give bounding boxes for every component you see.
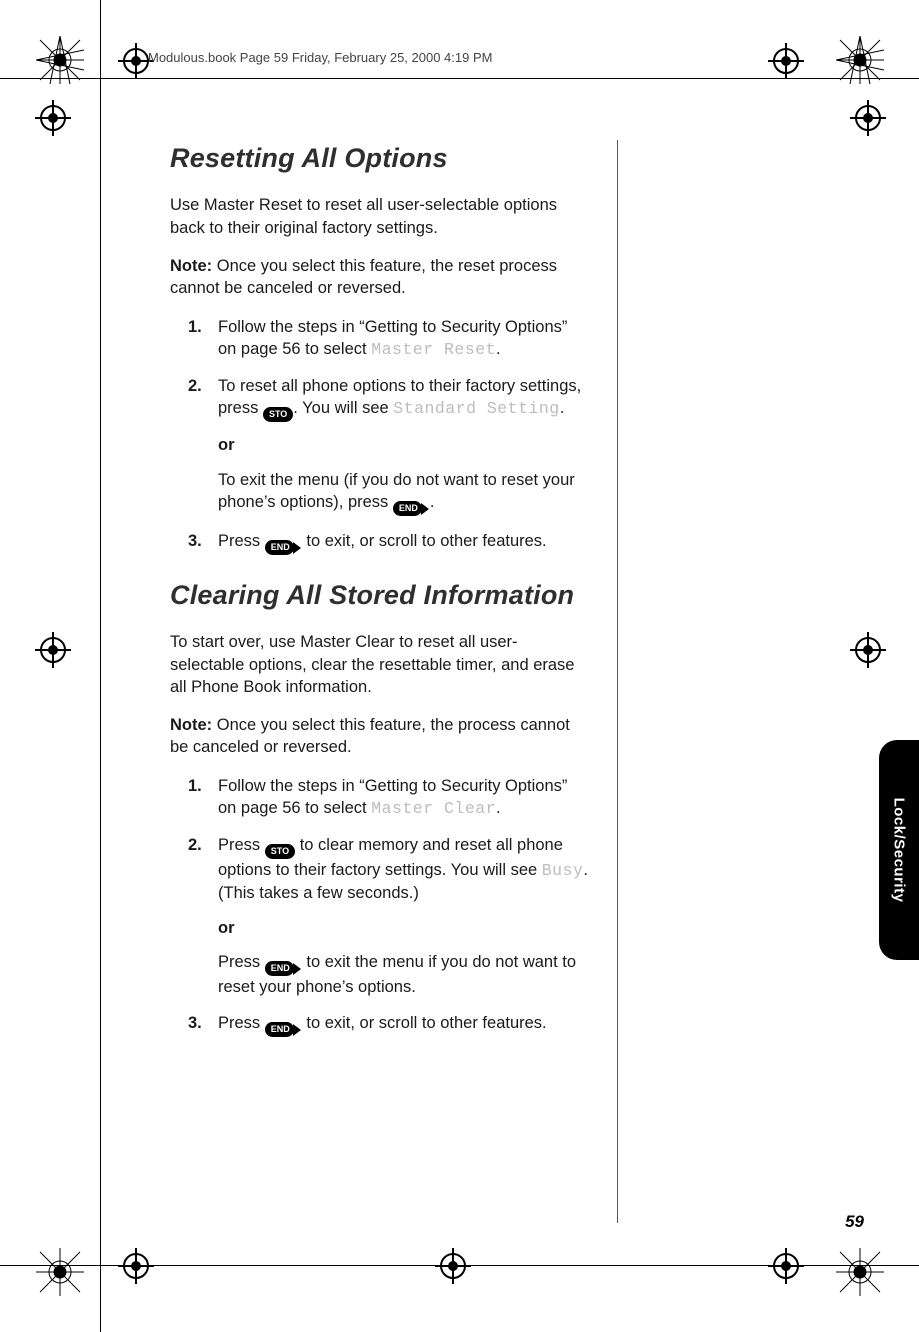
step-item: 3. Press END to exit, or scroll to other… [188, 1012, 590, 1037]
lcd-text: Master Clear [371, 799, 496, 818]
step-number: 1. [188, 316, 218, 362]
note-body: Once you select this feature, the proces… [170, 716, 570, 756]
page-number: 59 [845, 1212, 864, 1232]
step-text: Follow the steps in “Getting to Security… [218, 775, 590, 821]
registration-mark-icon [850, 100, 886, 136]
step-item: 3. Press END to exit, or scroll to other… [188, 530, 590, 555]
sto-key-icon: STO [263, 407, 293, 422]
registration-mark-icon [768, 1248, 804, 1284]
lcd-text: Standard Setting [393, 399, 559, 418]
step-item: 1. Follow the steps in “Getting to Secur… [188, 316, 590, 362]
note-label: Note: [170, 716, 212, 734]
step-number: 1. [188, 775, 218, 821]
step-number: 2. [188, 375, 218, 516]
registration-mark-icon [850, 632, 886, 668]
end-key-icon: END [265, 540, 294, 555]
note-label: Note: [170, 257, 212, 275]
section-tab: Lock/Security [879, 740, 919, 960]
column-separator [617, 140, 618, 1223]
registration-mark-icon [35, 632, 71, 668]
step-alt-text: To exit the menu (if you do not want to … [218, 469, 590, 516]
main-content: Resetting All Options Use Master Reset t… [170, 140, 590, 1059]
registration-mark-icon [768, 43, 804, 79]
step-number: 3. [188, 1012, 218, 1037]
step-text: Follow the steps in “Getting to Security… [218, 316, 590, 362]
intro-text: Use Master Reset to reset all user-selec… [170, 194, 590, 239]
step-text: Press END to exit, or scroll to other fe… [218, 1012, 590, 1037]
note-text: Note: Once you select this feature, the … [170, 714, 590, 759]
end-key-icon: END [393, 501, 422, 516]
registration-mark-icon [35, 100, 71, 136]
step-alt-text: Press END to exit the menu if you do not… [218, 951, 590, 998]
registration-mark-icon [118, 1248, 154, 1284]
or-label: or [218, 917, 590, 939]
corner-mark-bottom-left [36, 1248, 84, 1296]
step-item: 1. Follow the steps in “Getting to Secur… [188, 775, 590, 821]
sto-key-icon: STO [265, 844, 295, 859]
steps-list: 1. Follow the steps in “Getting to Secur… [188, 316, 590, 555]
end-key-icon: END [265, 961, 294, 976]
corner-mark-top-left [36, 36, 84, 84]
step-item: 2. To reset all phone options to their f… [188, 375, 590, 516]
step-number: 2. [188, 834, 218, 998]
note-body: Once you select this feature, the reset … [170, 257, 557, 297]
section-tab-label: Lock/Security [891, 798, 908, 903]
or-label: or [218, 434, 590, 456]
registration-mark-icon [435, 1248, 471, 1284]
step-item: 2. Press STO to clear memory and reset a… [188, 834, 590, 998]
lcd-text: Master Reset [371, 340, 496, 359]
step-number: 3. [188, 530, 218, 555]
step-text: Press END to exit, or scroll to other fe… [218, 530, 590, 555]
corner-mark-top-right [836, 36, 884, 84]
corner-mark-bottom-right [836, 1248, 884, 1296]
page: Modulous.book Page 59 Friday, February 2… [0, 0, 919, 1332]
end-key-icon: END [265, 1022, 294, 1037]
print-header: Modulous.book Page 59 Friday, February 2… [148, 50, 492, 65]
note-text: Note: Once you select this feature, the … [170, 255, 590, 300]
steps-list: 1. Follow the steps in “Getting to Secur… [188, 775, 590, 1038]
section-title-resetting: Resetting All Options [170, 140, 590, 176]
crop-line-vertical [100, 0, 101, 1332]
step-text: Press STO to clear memory and reset all … [218, 834, 590, 998]
intro-text: To start over, use Master Clear to reset… [170, 631, 590, 698]
step-text: To reset all phone options to their fact… [218, 375, 590, 516]
section-title-clearing: Clearing All Stored Information [170, 577, 590, 613]
lcd-text: Busy [542, 861, 584, 880]
